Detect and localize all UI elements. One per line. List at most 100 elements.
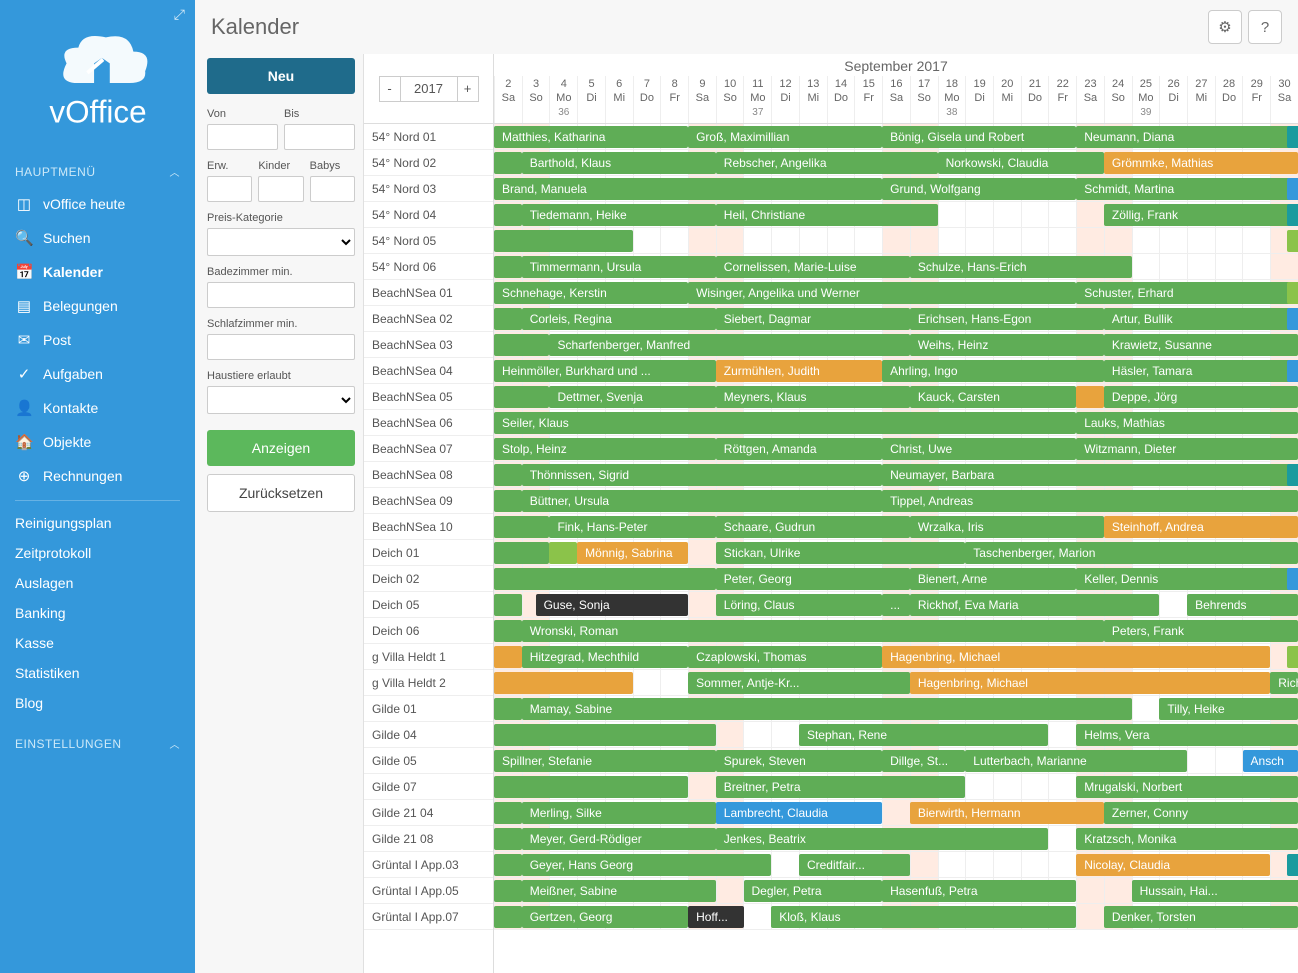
booking[interactable]: Kratzsch, Monika — [1076, 828, 1298, 850]
booking[interactable]: Hagenbring, Michael — [910, 672, 1270, 694]
booking[interactable]: Meißner, Sabine — [522, 880, 716, 902]
nav-item-zeitprotokoll[interactable]: Zeitprotokoll — [0, 538, 195, 568]
nav-item-objekte[interactable]: 🏠Objekte — [0, 425, 195, 459]
booking[interactable]: Taschenberger, Marion — [965, 542, 1298, 564]
booking[interactable]: Geyer, Hans Georg — [522, 854, 772, 876]
booking[interactable]: Tilly, Heike — [1159, 698, 1298, 720]
booking[interactable]: Dillge, St... — [882, 750, 965, 772]
help-icon[interactable]: ? — [1248, 10, 1282, 44]
booking[interactable]: Weihs, Heinz — [910, 334, 1104, 356]
booking[interactable] — [494, 802, 522, 824]
booking[interactable] — [1076, 386, 1104, 408]
booking[interactable] — [494, 724, 716, 746]
booking[interactable]: Meyer, Gerd-Rödiger — [522, 828, 716, 850]
nav-item-kalender[interactable]: 📅Kalender — [0, 255, 195, 289]
bad-input[interactable] — [207, 282, 355, 308]
booking[interactable]: Kauck, Carsten — [910, 386, 1076, 408]
booking[interactable]: Cornelissen, Marie-Luise — [716, 256, 910, 278]
booking[interactable]: Stephan, Rene — [799, 724, 1049, 746]
booking[interactable]: Czaplowski, Thomas — [688, 646, 882, 668]
booking[interactable]: Timmermann, Ursula — [522, 256, 716, 278]
booking[interactable]: Häsler, Tamara — [1104, 360, 1298, 382]
schlaf-input[interactable] — [207, 334, 355, 360]
booking[interactable] — [1287, 854, 1298, 876]
booking[interactable] — [494, 880, 522, 902]
booking[interactable]: Norkowski, Claudia — [938, 152, 1104, 174]
booking[interactable]: Peters, Frank — [1104, 620, 1298, 642]
new-button[interactable]: Neu — [207, 58, 355, 94]
booking[interactable]: Schaare, Gudrun — [716, 516, 910, 538]
booking[interactable] — [1287, 126, 1298, 148]
booking[interactable] — [494, 490, 522, 512]
booking[interactable] — [1287, 282, 1298, 304]
booking[interactable]: Fink, Hans-Peter — [549, 516, 715, 538]
booking[interactable]: Schnehage, Kerstin — [494, 282, 688, 304]
nav-item-rechnungen[interactable]: ⊕Rechnungen — [0, 459, 195, 493]
booking[interactable]: Schulze, Hans-Erich — [910, 256, 1132, 278]
booking[interactable] — [494, 854, 522, 876]
booking[interactable] — [1287, 178, 1298, 200]
booking[interactable] — [1287, 568, 1298, 590]
booking[interactable]: Wrzalka, Iris — [910, 516, 1104, 538]
booking[interactable] — [1287, 230, 1298, 252]
booking[interactable]: Rebscher, Angelika — [716, 152, 938, 174]
booking[interactable]: Grömmke, Mathias — [1104, 152, 1298, 174]
nav-item-auslagen[interactable]: Auslagen — [0, 568, 195, 598]
booking[interactable]: Mamay, Sabine — [522, 698, 1132, 720]
booking[interactable]: Schuster, Erhard — [1076, 282, 1298, 304]
booking[interactable]: Heil, Christiane — [716, 204, 938, 226]
kinder-input[interactable] — [258, 176, 303, 202]
booking[interactable]: Breitner, Petra — [716, 776, 966, 798]
nav-item-statistiken[interactable]: Statistiken — [0, 658, 195, 688]
booking[interactable]: Artur, Bullik — [1104, 308, 1298, 330]
booking[interactable] — [494, 776, 688, 798]
booking[interactable] — [1287, 464, 1298, 486]
booking[interactable] — [494, 386, 549, 408]
expand-icon[interactable]: ⤢ — [0, 0, 195, 23]
booking[interactable] — [494, 204, 522, 226]
booking[interactable] — [494, 672, 633, 694]
booking[interactable] — [494, 152, 522, 174]
booking[interactable]: Neumayer, Barbara — [882, 464, 1298, 486]
booking[interactable]: Helms, Vera — [1076, 724, 1298, 746]
booking[interactable]: ... — [882, 594, 910, 616]
booking[interactable]: Witzmann, Dieter — [1076, 438, 1298, 460]
preis-select[interactable] — [207, 228, 355, 256]
booking[interactable]: Stolp, Heinz — [494, 438, 716, 460]
nav-item-post[interactable]: ✉Post — [0, 323, 195, 357]
booking[interactable] — [494, 568, 716, 590]
booking[interactable] — [494, 594, 522, 616]
booking[interactable]: Mrugalski, Norbert — [1076, 776, 1298, 798]
booking[interactable]: Jenkes, Beatrix — [716, 828, 1049, 850]
booking[interactable]: Heinmöller, Burkhard und ... — [494, 360, 716, 382]
booking[interactable]: Schmidt, Martina — [1076, 178, 1298, 200]
booking[interactable]: Bönig, Gisela und Robert — [882, 126, 1076, 148]
booking[interactable]: Thönnissen, Sigrid — [522, 464, 882, 486]
booking[interactable]: Zöllig, Frank — [1104, 204, 1298, 226]
booking[interactable]: Gertzen, Georg — [522, 906, 688, 928]
booking[interactable]: Siebert, Dagmar — [716, 308, 910, 330]
apply-button[interactable]: Anzeigen — [207, 430, 355, 466]
booking[interactable] — [494, 828, 522, 850]
booking[interactable]: Erichsen, Hans-Egon — [910, 308, 1104, 330]
section-head-main[interactable]: HAUPTMENÜ︿ — [0, 156, 195, 187]
booking[interactable]: Merling, Silke — [522, 802, 716, 824]
booking[interactable]: Keller, Dennis — [1076, 568, 1298, 590]
booking[interactable]: Hussain, Hai... — [1132, 880, 1298, 902]
booking[interactable] — [1287, 360, 1298, 382]
nav-item-aufgaben[interactable]: ✓Aufgaben — [0, 357, 195, 391]
booking[interactable]: Deppe, Jörg — [1104, 386, 1298, 408]
booking[interactable]: Büttner, Ursula — [522, 490, 882, 512]
booking[interactable]: Neumann, Diana — [1076, 126, 1298, 148]
booking[interactable]: Richa — [1270, 672, 1298, 694]
reset-button[interactable]: Zurücksetzen — [207, 474, 355, 512]
booking[interactable]: Lambrecht, Claudia — [716, 802, 882, 824]
booking[interactable]: Röttgen, Amanda — [716, 438, 882, 460]
booking[interactable]: Spillner, Stefanie — [494, 750, 716, 772]
booking[interactable]: Tippel, Andreas — [882, 490, 1298, 512]
booking[interactable]: Steinhoff, Andrea — [1104, 516, 1298, 538]
nav-item-kasse[interactable]: Kasse — [0, 628, 195, 658]
booking[interactable]: Bienert, Arne — [910, 568, 1076, 590]
booking[interactable]: Behrends — [1187, 594, 1298, 616]
booking[interactable]: Creditfair... — [799, 854, 910, 876]
